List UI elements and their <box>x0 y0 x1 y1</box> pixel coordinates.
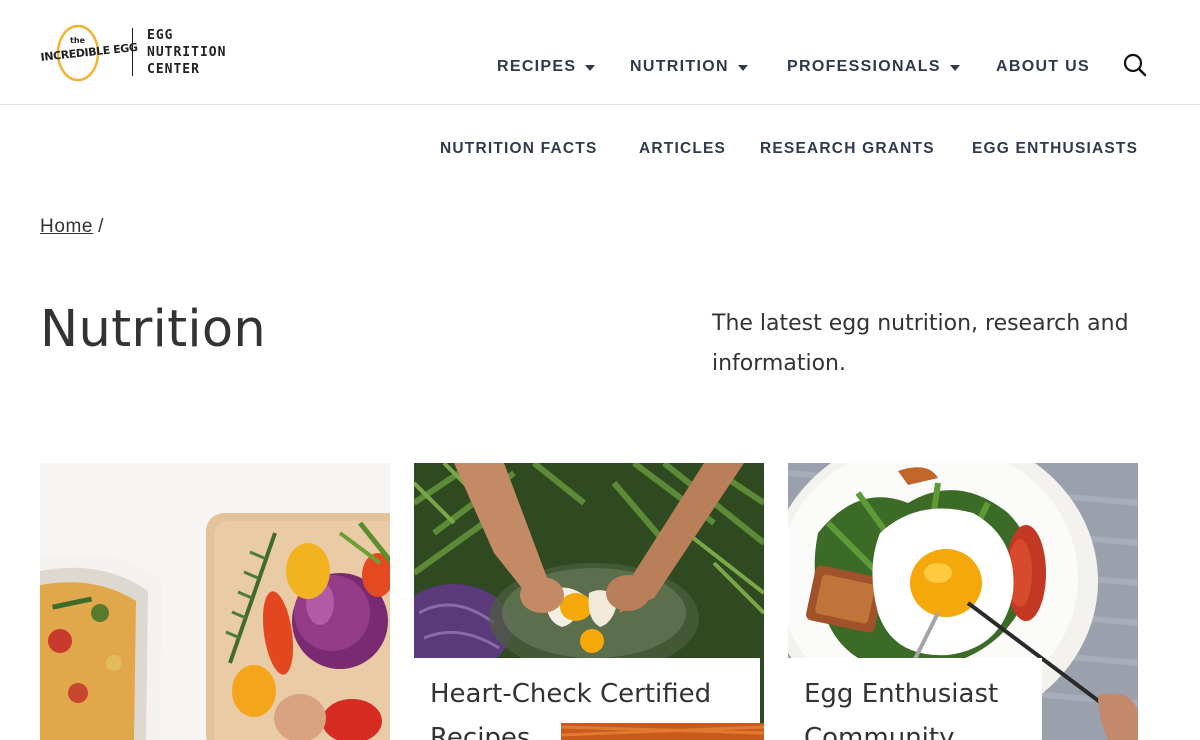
logo-line-2: NUTRITION <box>147 45 227 60</box>
breadcrumb-separator: / <box>98 216 104 237</box>
nav-item-professionals[interactable]: PROFESSIONALS <box>787 55 960 79</box>
nav-item-label: PROFESSIONALS <box>787 58 941 75</box>
sub-nav-egg-enthusiasts[interactable]: EGG ENTHUSIASTS <box>972 140 1138 162</box>
page-description: The latest egg nutrition, research and i… <box>712 311 1129 376</box>
search-icon[interactable] <box>1122 52 1148 78</box>
site-header: the INCREDIBLE EGG EGG NUTRITION CENTER … <box>0 0 1200 105</box>
site-logo[interactable]: the INCREDIBLE EGG EGG NUTRITION CENTER <box>38 22 228 84</box>
logo-divider <box>132 28 133 76</box>
card-recipes[interactable] <box>40 463 390 740</box>
sub-nav-articles[interactable]: ARTICLES <box>639 140 726 162</box>
logo-line-3: CENTER <box>147 62 200 77</box>
page-title: Nutrition <box>40 300 266 359</box>
nav-item-label: NUTRITION <box>630 58 729 75</box>
sub-nav-research-grants[interactable]: RESEARCH GRANTS <box>760 140 935 162</box>
card-heart-check-recipes[interactable]: Heart-Check Certified Recipes <box>414 463 764 740</box>
nav-item-about-us[interactable]: ABOUT US <box>996 55 1090 79</box>
card-label: Egg Enthusiast Community <box>788 658 1042 740</box>
carrots-image <box>561 723 764 740</box>
nav-item-nutrition[interactable]: NUTRITION <box>630 55 748 79</box>
nav-item-label: RECIPES <box>497 58 577 75</box>
logo-the-text: the <box>70 36 85 45</box>
breadcrumb: Home / <box>40 216 103 238</box>
chevron-down-icon <box>737 65 748 71</box>
chevron-down-icon <box>949 65 960 71</box>
logo-line-1: EGG <box>147 28 174 43</box>
sub-nav-nutrition-facts[interactable]: NUTRITION FACTS <box>440 140 598 162</box>
vegetables-casserole-image <box>40 463 390 740</box>
nav-item-recipes[interactable]: RECIPES <box>497 55 596 79</box>
card-egg-enthusiast-community[interactable]: Egg Enthusiast Community <box>788 463 1138 740</box>
breadcrumb-home-link[interactable]: Home <box>40 216 93 237</box>
chevron-down-icon <box>585 65 596 71</box>
nav-item-label: ABOUT US <box>996 58 1090 75</box>
